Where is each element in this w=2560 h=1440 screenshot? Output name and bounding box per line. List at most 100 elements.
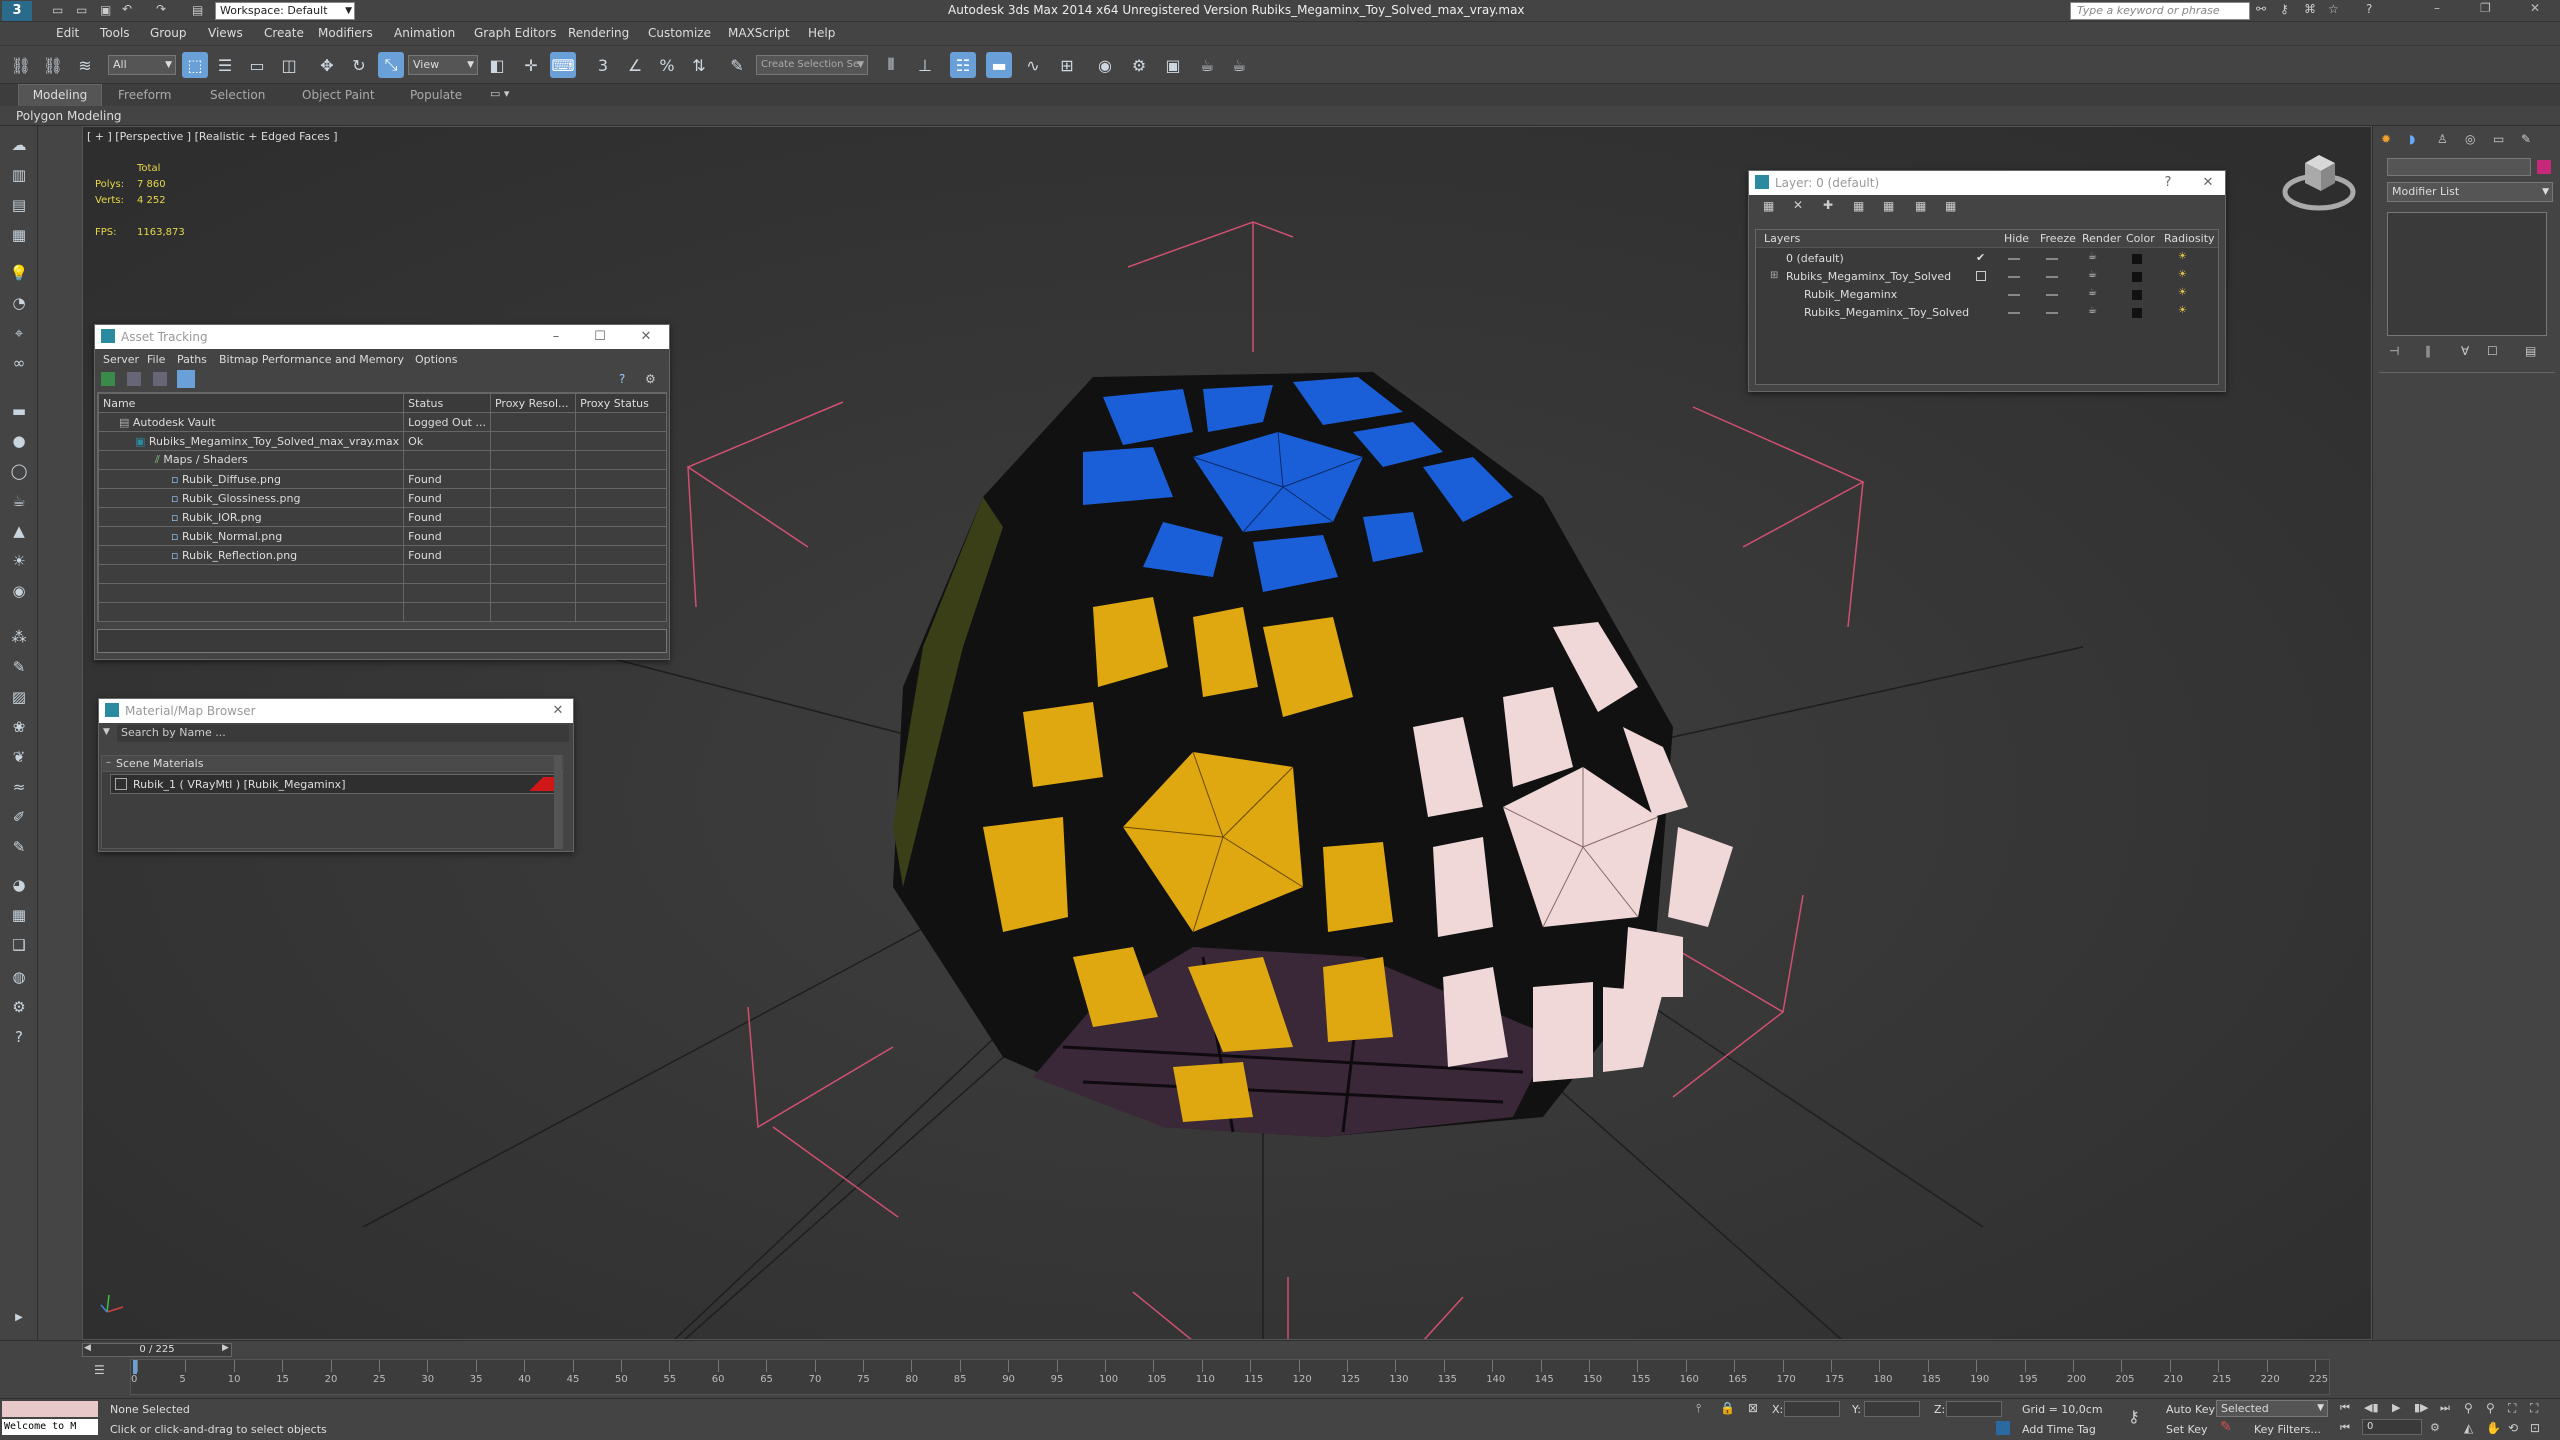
material-browser-titlebar[interactable]: Material/Map Browser ✕ (99, 699, 573, 723)
set-key-icon[interactable]: ✎ (2220, 1419, 2232, 1435)
material-map-browser-window[interactable]: Material/Map Browser ✕ ▼ Search by Name … (98, 698, 574, 852)
material-list-scrollbar[interactable] (554, 756, 562, 848)
render-setup-icon[interactable]: ⚙ (1126, 52, 1152, 78)
layer-color-swatch[interactable] (2132, 290, 2142, 300)
freeze-toggle[interactable] (2046, 294, 2058, 296)
next-frame-icon[interactable]: ▮▶ (2414, 1401, 2429, 1414)
add-time-tag[interactable]: Add Time Tag (2022, 1423, 2096, 1436)
scene-materials-group[interactable]: – Scene Materials (102, 756, 564, 772)
menu-animation[interactable]: Animation (394, 26, 455, 40)
key-mode-toggle-icon[interactable]: ⏮ (2340, 1421, 2350, 1435)
minimize-icon[interactable]: – (545, 327, 567, 347)
binoculars-icon[interactable]: ⚯ (2256, 2, 2266, 16)
column-header-radiosity[interactable]: Radiosity (2164, 232, 2215, 245)
fluid-icon[interactable]: ❀ (8, 716, 30, 738)
cone-icon[interactable]: ▲ (8, 520, 30, 542)
asset-tracking-titlebar[interactable]: Asset Tracking – ☐ ✕ (95, 325, 669, 349)
motion-panel-icon[interactable]: ▦ (8, 224, 30, 246)
close-icon[interactable]: ✕ (2530, 1, 2540, 15)
paint-icon[interactable]: ✎ (8, 836, 30, 858)
brush-icon[interactable]: ✐ (8, 806, 30, 828)
column-header-color[interactable]: Color (2126, 232, 2155, 245)
project-folder-icon[interactable]: ▤ (192, 3, 203, 17)
render-iterative-icon[interactable]: ☕ (1226, 52, 1252, 78)
modifier-stack[interactable] (2387, 212, 2547, 336)
column-header-layers[interactable]: Layers (1764, 232, 1800, 245)
layer-row[interactable]: Rubik_Megaminx ☕ ☀ (1756, 286, 2218, 304)
pin-stack-icon[interactable]: ⊣ (2389, 344, 2399, 358)
layer-manager-icon[interactable]: ☷ (950, 52, 976, 78)
material-editor-icon[interactable]: ◉ (1092, 52, 1118, 78)
select-and-manipulate-icon[interactable]: ✛ (518, 52, 544, 78)
key-icon[interactable]: ⚷ (2280, 2, 2289, 16)
column-header-proxy-resolution[interactable]: Proxy Resol... (489, 393, 577, 413)
column-header-render[interactable]: Render (2082, 232, 2121, 245)
select-by-name-icon[interactable]: ☰ (212, 52, 238, 78)
absolute-mode-icon[interactable]: ⊠ (1748, 1401, 1758, 1415)
mirror-icon[interactable]: ⫴ (878, 52, 904, 78)
delete-layer-icon[interactable]: ✕ (1793, 198, 1803, 212)
current-frame-input[interactable]: 0 (2362, 1419, 2422, 1435)
help-search-input[interactable]: Type a keyword or phrase (2070, 2, 2250, 20)
spacewarp-icon[interactable]: ∞ (8, 352, 30, 374)
percent-snap-icon[interactable]: % (654, 52, 680, 78)
keyboard-shortcut-override-icon[interactable]: ⌨ (550, 52, 576, 78)
column-header-name[interactable]: Name (98, 393, 405, 413)
help-circle-icon[interactable]: ? (8, 1026, 30, 1048)
new-file-icon[interactable]: ▭ (52, 3, 63, 17)
tab-populate[interactable]: Populate (410, 88, 462, 102)
x-coordinate-field[interactable] (1784, 1401, 1840, 1417)
modify-panel-icon[interactable]: ▥ (8, 164, 30, 186)
hierarchy-panel-icon[interactable]: ▤ (8, 194, 30, 216)
rendered-frame-window-icon[interactable]: ▣ (1160, 52, 1186, 78)
torus-icon[interactable]: ◯ (8, 460, 30, 482)
y-coordinate-field[interactable] (1864, 1401, 1920, 1417)
table-row[interactable]: ▫ Rubik_Diffuse.png Found (98, 469, 666, 489)
select-objects-icon[interactable]: ▦ (1853, 199, 1864, 213)
spinner-snap-icon[interactable]: ⇅ (686, 52, 712, 78)
web-icon[interactable]: ◍ (8, 966, 30, 988)
hair-icon[interactable]: ≈ (8, 776, 30, 798)
table-row[interactable]: ▣ Rubiks_Megaminx_Toy_Solved_max_vray.ma… (98, 431, 666, 451)
previous-frame-icon[interactable]: ◀▮ (2364, 1401, 2379, 1414)
radiosity-icon[interactable]: ☀ (2178, 305, 2187, 316)
track-bar-icon[interactable]: ☰ (94, 1363, 105, 1377)
render-sphere-icon[interactable]: ◕ (8, 874, 30, 896)
render-teapot-icon[interactable]: ☕ (2088, 305, 2097, 316)
auto-key-select[interactable]: Selected ▼ (2216, 1400, 2328, 1417)
layer-row[interactable]: ⊞ Rubiks_Megaminx_Toy_Solved ☕ ☀ (1756, 268, 2218, 286)
material-item[interactable]: Rubik_1 ( VRayMtl ) [Rubik_Megaminx] (110, 774, 562, 794)
zoom-all-icon[interactable]: ⚲ (2486, 1401, 2495, 1415)
auto-key-button[interactable]: Auto Key (2166, 1403, 2215, 1416)
menu-rendering[interactable]: Rendering (568, 26, 629, 40)
toggle-ribbon-icon[interactable]: ▬ (986, 52, 1012, 78)
close-icon[interactable]: ✕ (2197, 173, 2219, 193)
tab-freeform[interactable]: Freeform (118, 88, 171, 102)
close-icon[interactable]: ✕ (547, 701, 569, 721)
named-selection-sets-input[interactable]: Create Selection Se ▼ (756, 54, 868, 75)
schematic-view-icon[interactable]: ⊞ (1054, 52, 1080, 78)
settings-icon[interactable]: ⚙ (8, 996, 30, 1018)
table-row[interactable]: ▫ Rubik_Glossiness.png Found (98, 488, 666, 508)
play-icon[interactable]: ▶ (2392, 1401, 2400, 1414)
select-and-scale-icon[interactable]: ⤡ (378, 52, 404, 78)
select-and-rotate-icon[interactable]: ↻ (346, 52, 372, 78)
table-view-icon[interactable] (153, 372, 167, 386)
camera-icon[interactable]: ◔ (8, 292, 30, 314)
save-file-icon[interactable]: ▣ (100, 3, 111, 17)
select-and-move-icon[interactable]: ✥ (314, 52, 340, 78)
asset-menu-server[interactable]: Server (103, 353, 139, 366)
window-crossing-icon[interactable]: ◫ (276, 52, 302, 78)
z-coordinate-field[interactable] (1946, 1401, 2002, 1417)
table-row[interactable]: ▫ Rubik_IOR.png Found (98, 507, 666, 527)
asset-menu-bitmap[interactable]: Bitmap Performance and Memory (219, 353, 404, 366)
zoom-extents-all-icon[interactable]: ⛶ (2530, 1401, 2538, 1416)
create-tab-icon[interactable]: ✹ (2381, 132, 2391, 146)
layer-row[interactable]: 0 (default) ✔ ☕ ☀ (1756, 250, 2218, 268)
list-view-icon[interactable] (127, 372, 141, 386)
freeze-toggle[interactable] (2046, 276, 2058, 278)
undo-icon[interactable]: ↶ (122, 2, 132, 16)
hide-toggle[interactable] (2008, 276, 2020, 278)
collapse-icon[interactable]: – (106, 757, 111, 768)
show-end-result-icon[interactable]: ∥ (2425, 344, 2431, 358)
